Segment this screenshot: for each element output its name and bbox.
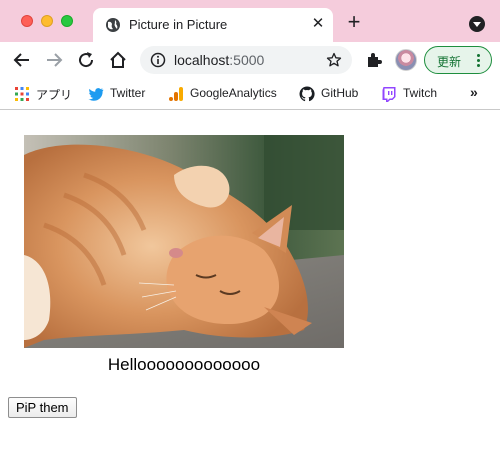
bookmarks-bar: アプリ Twitter GoogleAnalytics GitHub Twitc…: [0, 78, 500, 110]
cat-photo: [24, 135, 344, 348]
profile-avatar[interactable]: [395, 49, 417, 71]
site-info-icon[interactable]: [150, 52, 166, 68]
extensions-puzzle-icon[interactable]: [364, 50, 384, 70]
bookmark-twitter[interactable]: Twitter: [88, 85, 154, 103]
url-text: localhost:5000: [174, 52, 264, 68]
page-content: Hellooooooooooooo PiP them: [0, 111, 500, 471]
url-port: :5000: [229, 52, 265, 68]
window-close-button[interactable]: [21, 15, 33, 27]
tab-active[interactable]: Picture in Picture ✕: [93, 8, 333, 42]
forward-arrow-icon[interactable]: [44, 50, 64, 70]
more-vertical-icon: [477, 54, 481, 68]
bookmark-github[interactable]: GitHub: [299, 85, 367, 103]
tab-strip: Picture in Picture ✕ +: [0, 0, 500, 42]
reload-icon[interactable]: [76, 50, 96, 70]
update-button[interactable]: 更新: [424, 46, 492, 74]
url-host: localhost: [174, 52, 230, 68]
window-maximize-button[interactable]: [61, 15, 73, 27]
analytics-icon: [169, 87, 183, 101]
window-minimize-button[interactable]: [41, 15, 53, 27]
bookmark-label: Twitter: [110, 86, 146, 100]
bookmark-twitch[interactable]: Twitch: [381, 85, 443, 103]
tab-close-icon[interactable]: ✕: [309, 15, 327, 33]
tab-title: Picture in Picture: [129, 17, 228, 32]
home-icon[interactable]: [108, 50, 128, 70]
twitter-icon: [88, 88, 104, 101]
globe-icon: [106, 18, 120, 32]
apps-grid-icon: [15, 87, 29, 101]
update-button-label: 更新: [437, 55, 462, 69]
bookmark-star-icon[interactable]: [326, 52, 342, 68]
bookmark-googleanalytics[interactable]: GoogleAnalytics: [168, 85, 288, 103]
pip-button[interactable]: PiP them: [8, 397, 77, 418]
back-arrow-icon[interactable]: [12, 50, 32, 70]
bookmark-label: Twitch: [403, 86, 438, 100]
bookmark-label: GoogleAnalytics: [190, 86, 277, 100]
bookmark-apps[interactable]: アプリ: [14, 85, 78, 103]
browser-toolbar: localhost:5000 更新: [0, 42, 500, 78]
bookmark-label: GitHub: [321, 86, 359, 100]
bookmark-label: アプリ: [36, 88, 73, 102]
tab-search-icon[interactable]: [469, 16, 485, 32]
bookmarks-overflow-button[interactable]: »: [470, 84, 478, 100]
new-tab-button[interactable]: +: [343, 11, 365, 34]
address-bar[interactable]: localhost:5000: [140, 46, 352, 74]
image-caption: Hellooooooooooooo: [107, 355, 261, 374]
twitch-icon: [382, 87, 396, 102]
github-icon: [299, 86, 315, 102]
